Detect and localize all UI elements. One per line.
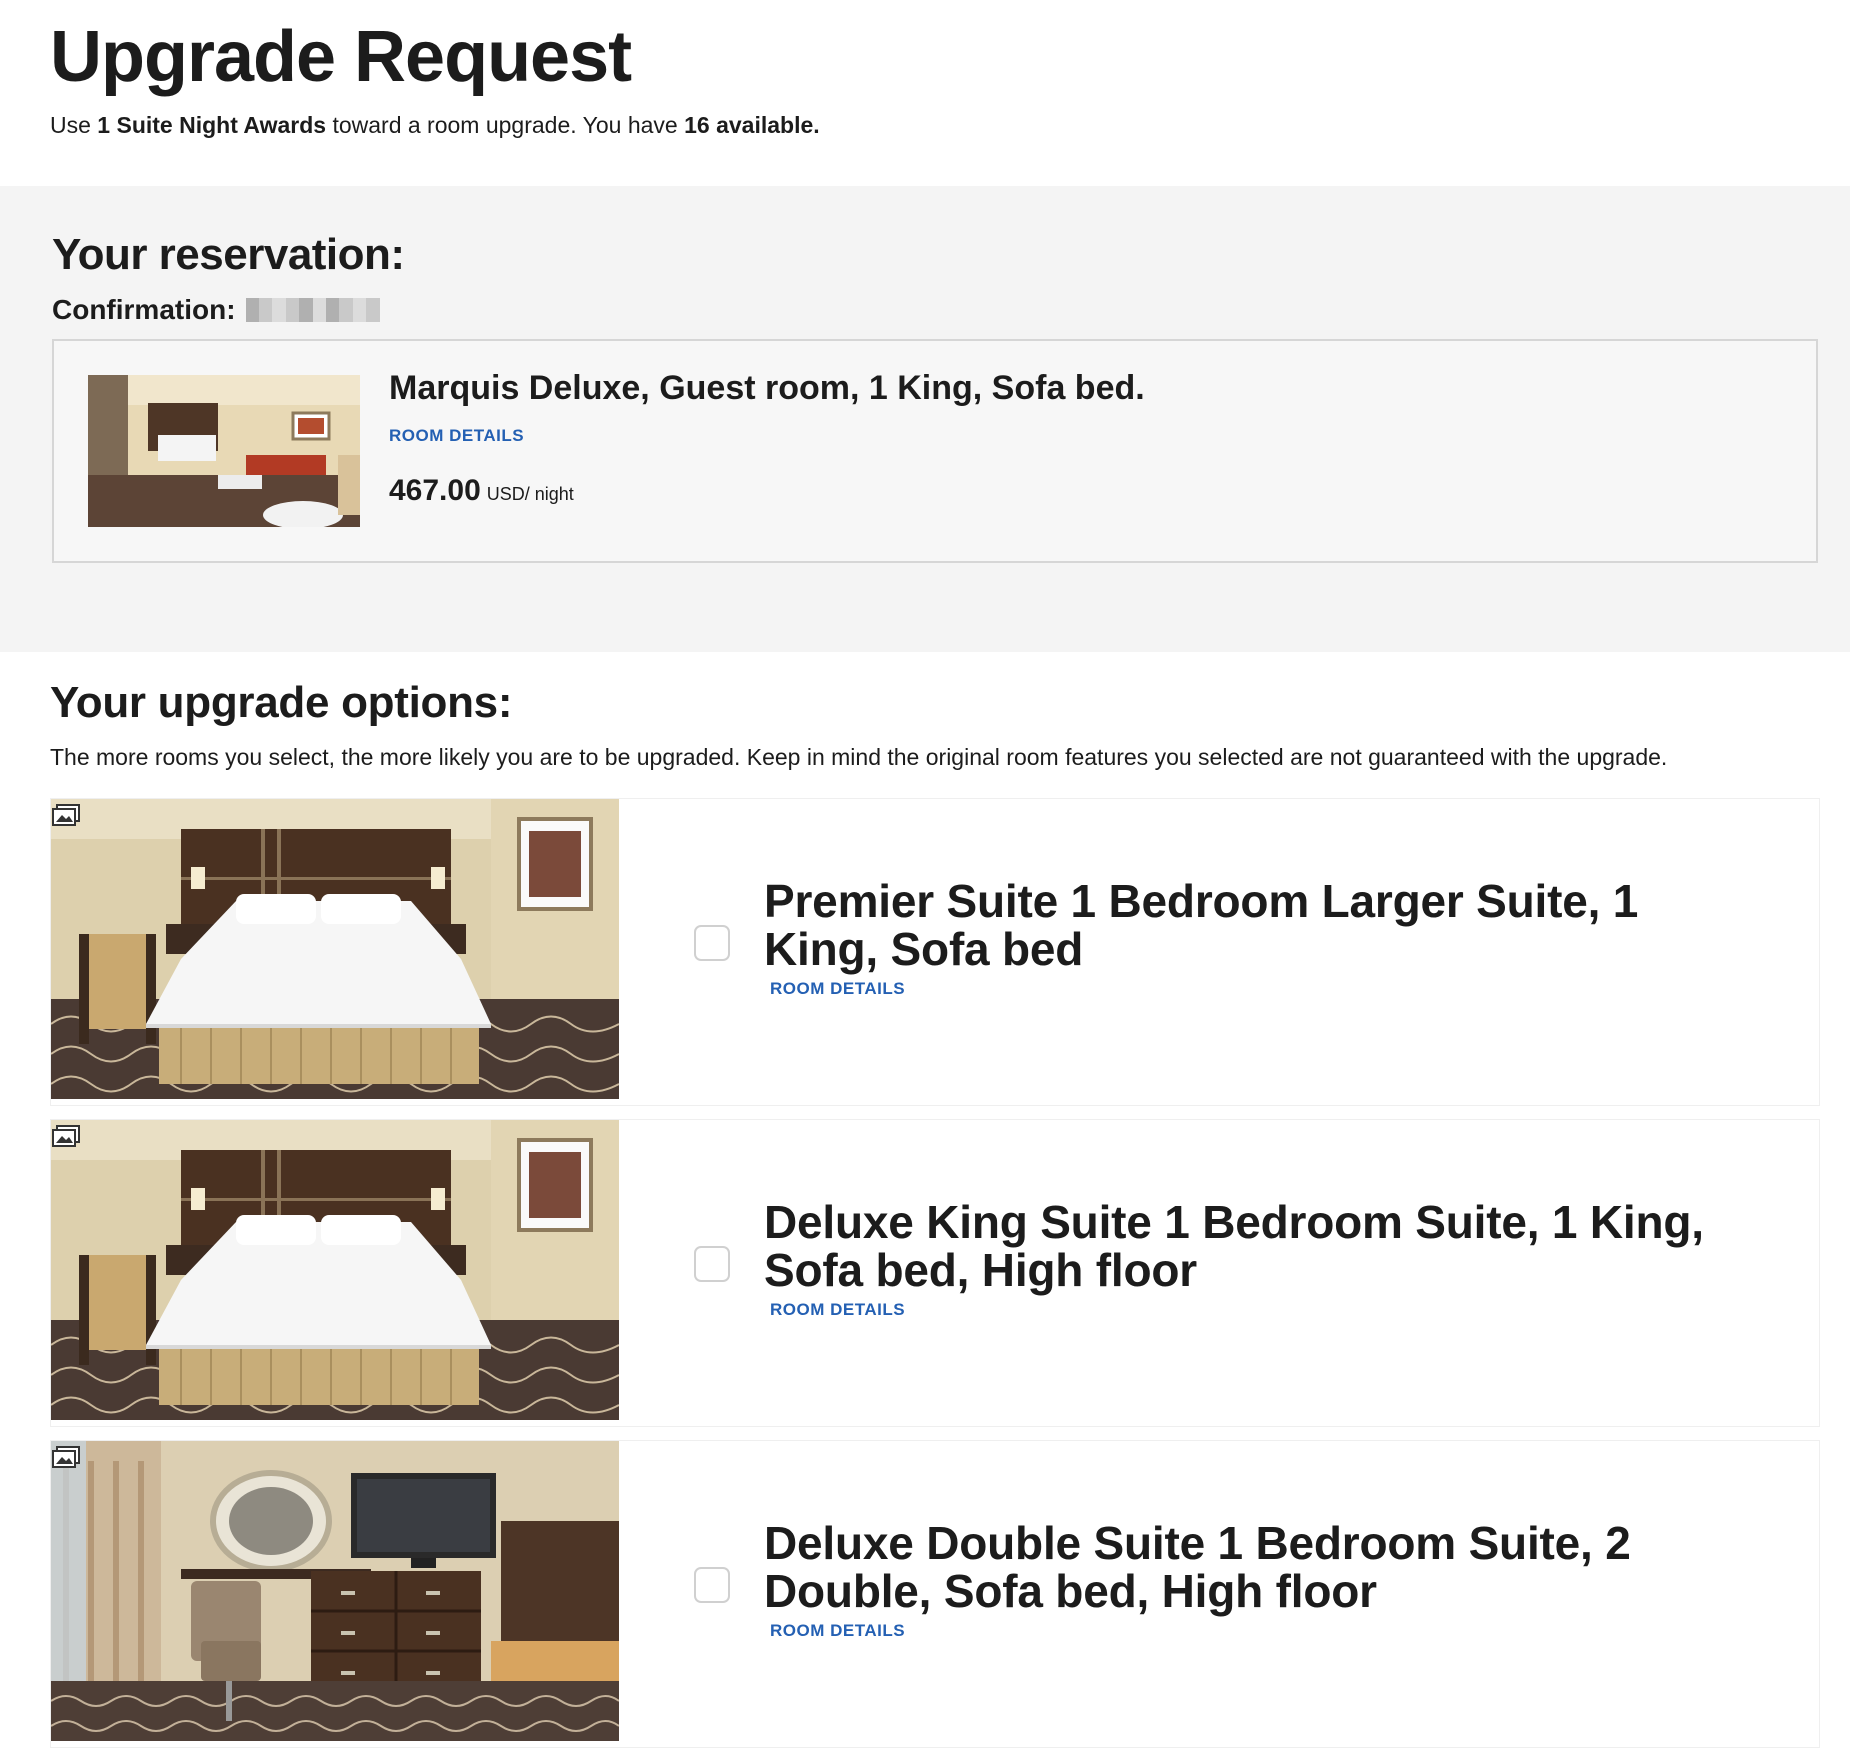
option-room-details-link[interactable]: ROOM DETAILS xyxy=(770,1300,905,1320)
option-room-title: Deluxe King Suite 1 Bedroom Suite, 1 Kin… xyxy=(764,1196,1704,1296)
reservation-room-details-link[interactable]: ROOM DETAILS xyxy=(389,426,524,446)
intro-available-count: 16 available. xyxy=(684,112,820,139)
option-room-details-link[interactable]: ROOM DETAILS xyxy=(770,1621,905,1641)
option-room-details-link[interactable]: ROOM DETAILS xyxy=(770,979,905,999)
page-title: Upgrade Request xyxy=(50,17,632,97)
confirmation-row: Confirmation: xyxy=(52,294,380,326)
intro-text: Use 1 Suite Night Awards toward a room u… xyxy=(50,111,1810,141)
upgrade-options-note: The more rooms you select, the more like… xyxy=(50,744,1668,770)
option-info: Deluxe King Suite 1 Bedroom Suite, 1 Kin… xyxy=(764,1198,1764,1320)
option-room-photo[interactable] xyxy=(51,1120,619,1420)
option-room-title: Deluxe Double Suite 1 Bedroom Suite, 2 D… xyxy=(764,1517,1631,1617)
reservation-room-photo xyxy=(88,375,360,527)
confirmation-number-redacted xyxy=(245,298,380,322)
option-info: Deluxe Double Suite 1 Bedroom Suite, 2 D… xyxy=(764,1519,1764,1641)
option-room-title: Premier Suite 1 Bedroom Larger Suite, 1 … xyxy=(764,875,1639,975)
intro-awards-count: 1 Suite Night Awards xyxy=(97,112,327,139)
option-select-checkbox[interactable] xyxy=(694,925,730,961)
price-unit: USD/ night xyxy=(486,484,574,504)
nightly-price: 467.00 xyxy=(389,474,481,507)
confirmation-label: Confirmation: xyxy=(52,294,236,325)
reservation-room-name: Marquis Deluxe, Guest room, 1 King, Sofa… xyxy=(389,369,1145,407)
reservation-room-card: Marquis Deluxe, Guest room, 1 King, Sofa… xyxy=(52,339,1818,563)
upgrade-option: Deluxe Double Suite 1 Bedroom Suite, 2 D… xyxy=(50,1440,1820,1748)
reservation-room-info: Marquis Deluxe, Guest room, 1 King, Sofa… xyxy=(389,369,1145,508)
option-room-photo[interactable] xyxy=(51,799,619,1099)
upgrade-option: Premier Suite 1 Bedroom Larger Suite, 1 … xyxy=(50,798,1820,1106)
reservation-panel: Your reservation: Confirmation: Marquis xyxy=(0,186,1850,652)
option-select-checkbox[interactable] xyxy=(694,1567,730,1603)
intro-prefix: Use xyxy=(50,112,98,139)
photo-gallery-icon[interactable] xyxy=(51,1124,81,1148)
upgrade-option: Deluxe King Suite 1 Bedroom Suite, 1 Kin… xyxy=(50,1119,1820,1427)
option-select-checkbox[interactable] xyxy=(694,1246,730,1282)
photo-gallery-icon[interactable] xyxy=(51,1445,81,1469)
reservation-heading: Your reservation: xyxy=(52,230,405,279)
upgrade-options-heading: Your upgrade options: xyxy=(50,678,513,727)
option-room-photo[interactable] xyxy=(51,1441,619,1741)
intro-middle: toward a room upgrade. You have xyxy=(326,112,685,139)
option-info: Premier Suite 1 Bedroom Larger Suite, 1 … xyxy=(764,877,1764,999)
page-header: Upgrade Request Use 1 Suite Night Awards… xyxy=(50,17,1810,141)
photo-gallery-icon[interactable] xyxy=(51,803,81,827)
price-row: 467.00 USD/ night xyxy=(389,474,1145,508)
